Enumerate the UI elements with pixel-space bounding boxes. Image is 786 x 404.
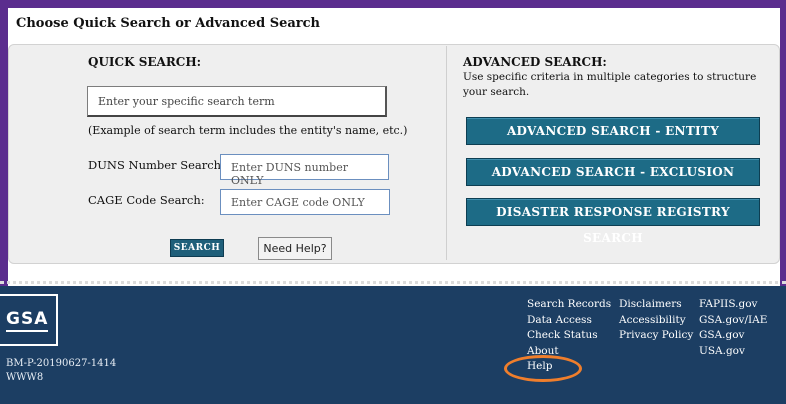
footer-links-column-3: FAPIIS.gov GSA.gov/IAE GSA.gov USA.gov: [699, 297, 767, 359]
advanced-search-description: Use specific criteria in multiple catego…: [463, 71, 757, 98]
gsa-logo-text: GSA: [6, 309, 49, 329]
footer-link-fapiis[interactable]: FAPIIS.gov: [699, 297, 767, 313]
footer-link-privacy-policy[interactable]: Privacy Policy: [619, 328, 693, 344]
cage-label: CAGE Code Search:: [88, 193, 205, 207]
footer-link-search-records[interactable]: Search Records: [527, 297, 611, 313]
footer-link-data-access[interactable]: Data Access: [527, 313, 611, 329]
search-example-hint: (Example of search term includes the ent…: [88, 124, 408, 137]
advanced-search-entity-button[interactable]: ADVANCED SEARCH - ENTITY: [466, 117, 760, 145]
footer-link-disclaimers[interactable]: Disclaimers: [619, 297, 693, 313]
footer-link-check-status[interactable]: Check Status: [527, 328, 611, 344]
cage-input[interactable]: Enter CAGE code ONLY: [220, 189, 390, 215]
window-frame-left: [0, 0, 8, 286]
advanced-search-exclusion-button[interactable]: ADVANCED SEARCH - EXCLUSION: [466, 158, 760, 186]
gsa-logo[interactable]: GSA: [0, 294, 58, 346]
page-title: Choose Quick Search or Advanced Search: [16, 16, 320, 31]
disaster-response-registry-button[interactable]: DISASTER RESPONSE REGISTRY SEARCH: [466, 198, 760, 245]
help-highlight-circle: [504, 355, 582, 382]
need-help-button[interactable]: Need Help?: [258, 237, 332, 260]
gsa-logo-underline: [6, 330, 48, 332]
footer-build-id: BM-P-20190627-1414 WWW8: [6, 357, 116, 385]
panel-divider: [446, 46, 447, 260]
window-frame-right: [780, 0, 786, 286]
footer-separator: [0, 281, 786, 285]
server-id-line: WWW8: [6, 372, 44, 383]
search-button[interactable]: SEARCH: [170, 239, 224, 257]
quick-search-heading: QUICK SEARCH:: [88, 55, 202, 69]
build-id-line: BM-P-20190627-1414: [6, 358, 117, 369]
duns-input[interactable]: Enter DUNS number ONLY: [220, 154, 389, 187]
search-input[interactable]: Enter your specific search term: [87, 86, 387, 117]
footer-link-accessibility[interactable]: Accessibility: [619, 313, 693, 329]
footer-link-usa[interactable]: USA.gov: [699, 344, 767, 360]
window-frame-top: [0, 0, 786, 8]
footer-link-gsa[interactable]: GSA.gov: [699, 328, 767, 344]
footer-link-gsa-iae[interactable]: GSA.gov/IAE: [699, 313, 767, 329]
duns-label: DUNS Number Search:: [88, 158, 225, 172]
footer-links-column-2: Disclaimers Accessibility Privacy Policy: [619, 297, 693, 344]
advanced-search-heading: ADVANCED SEARCH:: [463, 55, 607, 69]
